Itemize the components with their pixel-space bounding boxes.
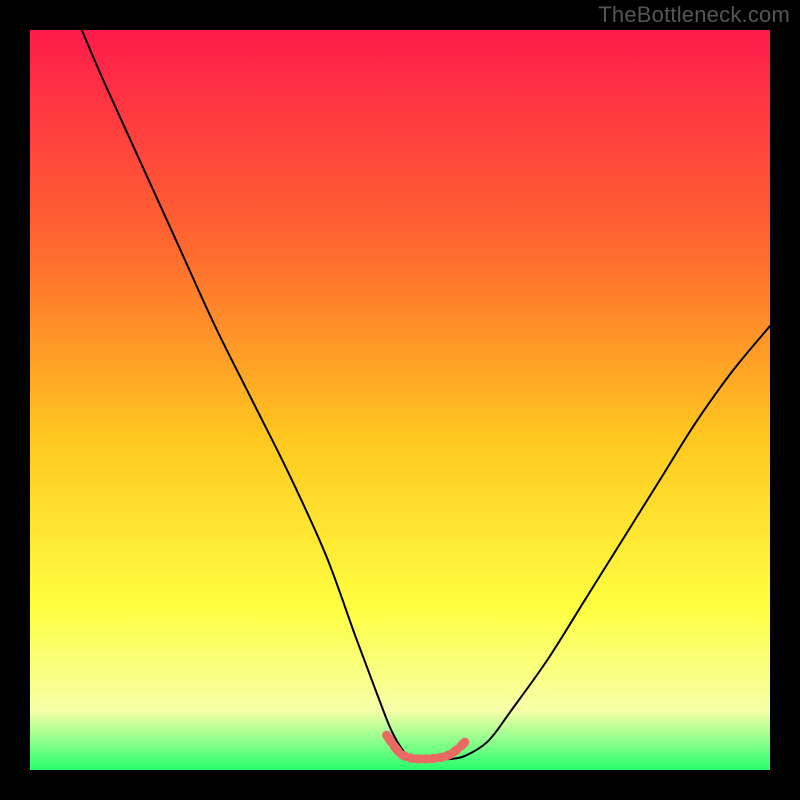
watermark-text: TheBottleneck.com [598, 2, 790, 28]
plot-area [30, 30, 770, 770]
bottleneck-curve-svg [30, 30, 770, 770]
bottleneck-curve [82, 30, 770, 759]
valley-marker [387, 735, 465, 759]
chart-frame: TheBottleneck.com [0, 0, 800, 800]
